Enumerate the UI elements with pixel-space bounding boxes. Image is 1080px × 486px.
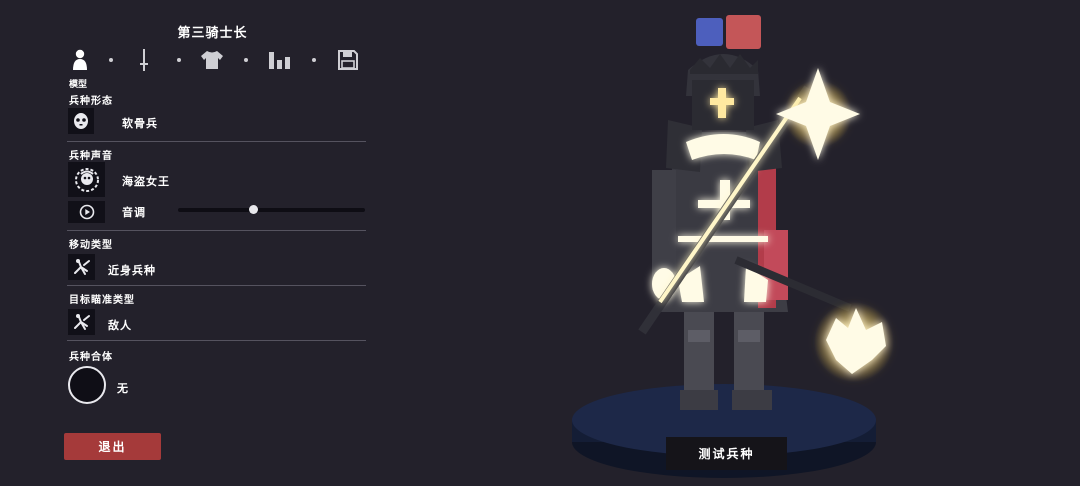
targeting-select-button[interactable] xyxy=(68,309,95,335)
exit-button[interactable]: 退出 xyxy=(64,433,161,460)
tab-separator xyxy=(312,58,316,62)
tab-model[interactable] xyxy=(66,46,94,74)
tab-stats[interactable] xyxy=(266,46,294,74)
tab-separator xyxy=(244,58,248,62)
stats-icon xyxy=(269,52,290,69)
shirt-icon xyxy=(201,51,223,69)
form-value: 软骨兵 xyxy=(122,117,158,130)
sword-icon xyxy=(140,49,148,71)
editor-tab-bar xyxy=(66,46,366,78)
pitch-slider-thumb[interactable] xyxy=(249,205,259,214)
tab-clothing[interactable] xyxy=(198,46,226,74)
pirate-queen-icon xyxy=(74,167,99,192)
unit-name-title: 第三骑士长 xyxy=(177,26,248,41)
targeting-section-label: 目标瞄准类型 xyxy=(69,295,135,306)
voice-section-label: 兵种声音 xyxy=(69,151,113,162)
movement-value: 近身兵种 xyxy=(108,264,156,277)
voice-value: 海盗女王 xyxy=(122,175,170,188)
charging-figure-icon xyxy=(73,259,90,275)
voice-select-button[interactable] xyxy=(68,162,105,197)
target-figure-icon xyxy=(73,314,90,330)
skull-mask-icon xyxy=(74,113,88,129)
targeting-value: 敌人 xyxy=(108,319,132,332)
voice-play-button[interactable] xyxy=(68,201,105,223)
merge-section-label: 兵种合体 xyxy=(69,352,113,363)
tab-separator xyxy=(177,58,181,62)
form-select-button[interactable] xyxy=(68,108,94,134)
person-icon xyxy=(73,49,87,70)
unit-preview-viewport[interactable] xyxy=(560,40,900,486)
section-divider xyxy=(67,285,366,286)
pitch-slider[interactable] xyxy=(178,205,365,214)
merge-select-button[interactable] xyxy=(68,366,106,404)
movement-select-button[interactable] xyxy=(68,254,95,280)
tab-weapons[interactable] xyxy=(130,46,158,74)
tab-save[interactable] xyxy=(334,46,362,74)
tab-separator xyxy=(109,58,113,62)
merge-value: 无 xyxy=(117,382,129,395)
play-icon xyxy=(79,204,94,220)
section-divider xyxy=(67,141,366,142)
section-divider xyxy=(67,340,366,341)
movement-section-label: 移动类型 xyxy=(69,240,113,251)
pitch-label: 音调 xyxy=(122,206,146,219)
section-divider xyxy=(67,230,366,231)
form-section-label: 兵种形态 xyxy=(69,96,113,107)
test-unit-button[interactable]: 测试兵种 xyxy=(666,437,787,470)
tab-model-label: 模型 xyxy=(69,80,88,90)
knight-model xyxy=(652,54,788,410)
save-icon xyxy=(338,50,358,70)
